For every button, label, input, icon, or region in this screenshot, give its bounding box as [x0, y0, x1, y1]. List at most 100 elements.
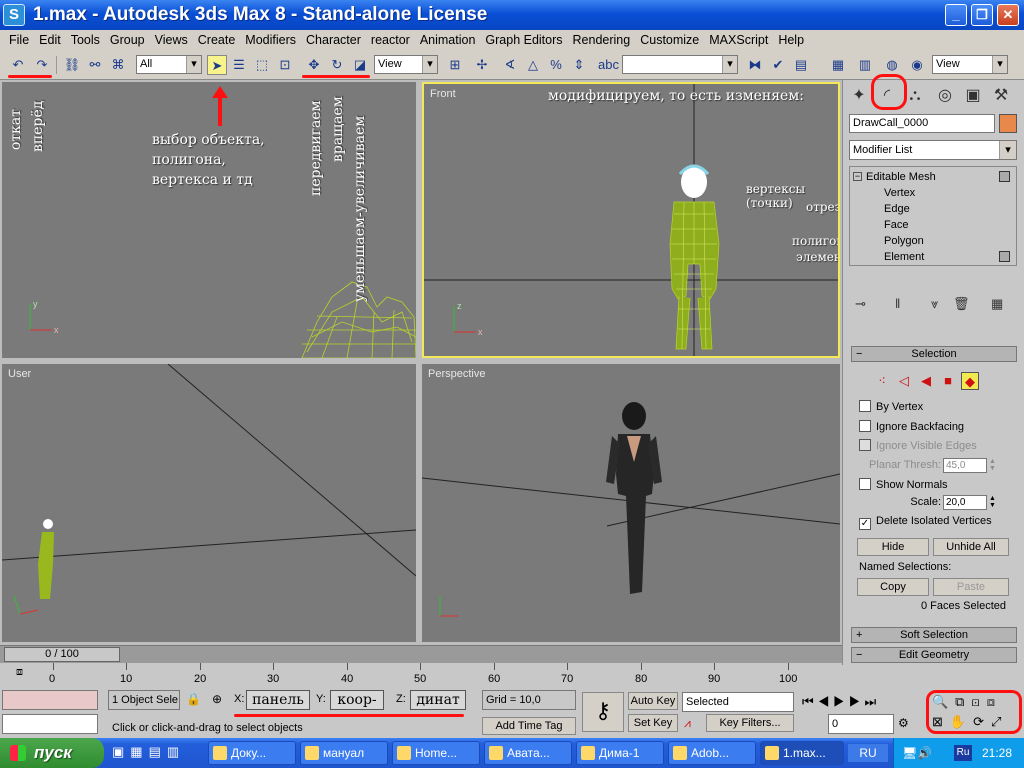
playback-controls[interactable]: ⏮◀▶▶⏭ [802, 694, 902, 710]
manipulate-icon[interactable]: ✢ [472, 55, 492, 75]
motion-tab-icon[interactable]: ◎ [933, 84, 957, 108]
menu-character[interactable]: Character [301, 33, 366, 47]
object-color-swatch[interactable] [999, 114, 1017, 133]
viewport-user[interactable]: User [2, 364, 416, 642]
viewport-front[interactable]: Front z x модифицируем, то есть изменяем… [422, 82, 840, 358]
track-bar[interactable]: ⧈ 0 10 20 30 40 50 60 70 80 90 100 [0, 663, 842, 688]
modifier-list-dropdown[interactable]: Modifier List [849, 140, 1017, 160]
collapse-icon[interactable]: − [853, 172, 862, 181]
spinner-snap-icon[interactable]: ⇕ [569, 55, 589, 75]
taskbar-item-avatar[interactable]: Авата... [484, 741, 572, 765]
reference-coordinate-dropdown[interactable]: View [374, 55, 438, 74]
polygon-level-icon[interactable]: ■ [939, 372, 957, 390]
stack-item-vertex[interactable]: Vertex [850, 185, 1016, 201]
bind-space-warp-icon[interactable]: ⌘ [108, 55, 128, 75]
select-object-icon[interactable]: ➤ [207, 55, 227, 75]
current-frame-field[interactable]: 0 [828, 714, 894, 734]
pivot-center-icon[interactable]: ⊞ [445, 55, 465, 75]
move-icon[interactable]: ✥ [304, 55, 324, 75]
planar-thresh-spinner[interactable]: Planar Thresh: 45,0 ▲ ▼ [851, 458, 1001, 474]
viewport-top[interactable]: y x откат вперёд выбор объекта, полигона… [2, 82, 416, 358]
ignore-visible-edges-checkbox[interactable]: Ignore Visible Edges [859, 439, 977, 455]
z-coordinate-field[interactable]: динат [410, 690, 466, 710]
tray-icons[interactable]: 🖥🔊 [902, 738, 932, 768]
stack-item-polygon[interactable]: Polygon [850, 233, 1016, 249]
curve-editor-icon[interactable]: ▦ [828, 55, 848, 75]
scale-icon[interactable]: ◪ [350, 55, 370, 75]
viewport-perspective[interactable]: Perspective [422, 364, 840, 642]
menu-create[interactable]: Create [193, 33, 241, 47]
display-tab-icon[interactable]: ▣ [961, 84, 985, 108]
vertex-level-icon[interactable]: ⁖ [873, 372, 891, 390]
edit-geometry-rollout-header[interactable]: − Edit Geometry [851, 647, 1017, 663]
configure-modifier-sets-icon[interactable]: ▦ [991, 296, 1003, 312]
paste-button[interactable]: Paste [933, 578, 1009, 596]
unhide-all-button[interactable]: Unhide All [933, 538, 1009, 556]
minimize-button[interactable]: _ [945, 4, 967, 26]
menu-graph-editors[interactable]: Graph Editors [480, 33, 567, 47]
mirror-icon[interactable]: ⧓ [745, 55, 765, 75]
make-unique-icon[interactable]: ⩔ [931, 296, 938, 312]
stack-item-editable-mesh[interactable]: − Editable Mesh [850, 169, 1016, 185]
edit-named-selection-icon[interactable]: abc [598, 55, 619, 75]
align-icon[interactable]: ✔ [768, 55, 788, 75]
select-by-name-icon[interactable]: ☰ [229, 55, 249, 75]
maxscript-input[interactable] [2, 714, 98, 734]
taskbar-item-doc[interactable]: Доку... [208, 741, 296, 765]
time-slider-thumb[interactable]: 0 / 100 [4, 647, 120, 662]
taskbar-item-3dsmax[interactable]: 1.max... [760, 741, 844, 765]
remove-modifier-icon[interactable]: 🗑 [953, 296, 970, 312]
menu-help[interactable]: Help [773, 33, 809, 47]
menu-maxscript[interactable]: MAXScript [704, 33, 773, 47]
auto-key-button[interactable]: Auto Key [628, 692, 678, 710]
by-vertex-checkbox[interactable]: By Vertex [859, 400, 923, 416]
y-coordinate-field[interactable]: коор- [330, 690, 384, 710]
select-link-icon[interactable]: ⛓ [62, 55, 82, 75]
show-normals-checkbox[interactable]: Show Normals [859, 478, 948, 494]
menu-group[interactable]: Group [105, 33, 150, 47]
show-end-result-icon[interactable]: ‖ [895, 296, 900, 311]
edge-level-icon[interactable]: ◁ [895, 372, 913, 390]
object-name-field[interactable]: DrawCall_0000 [849, 114, 995, 133]
material-editor-icon[interactable]: ◍ [882, 55, 902, 75]
taskbar-item-adobe[interactable]: Adob... [668, 741, 756, 765]
menu-modifiers[interactable]: Modifiers [240, 33, 301, 47]
set-key-icon[interactable]: ⚷ [582, 692, 624, 732]
time-configuration-icon[interactable]: ⚙ [898, 716, 922, 732]
element-level-icon[interactable]: ◆ [961, 372, 979, 390]
default-tangent-icon[interactable]: ⩘ [684, 716, 702, 732]
redo-icon[interactable]: ↷ [32, 55, 52, 75]
stack-item-element[interactable]: Element [850, 249, 1016, 265]
face-level-icon[interactable]: ◀ [917, 372, 935, 390]
absolute-mode-icon[interactable]: ⊕ [212, 692, 228, 708]
snap-toggle-icon[interactable]: ∢ [500, 55, 520, 75]
menu-file[interactable]: File [4, 33, 34, 47]
maxscript-listener-mini[interactable] [2, 690, 98, 710]
menu-reactor[interactable]: reactor [366, 33, 415, 47]
rect-selection-icon[interactable]: ⬚ [252, 55, 272, 75]
ignore-backfacing-checkbox[interactable]: Ignore Backfacing [859, 420, 964, 436]
selection-filter-dropdown[interactable]: All [136, 55, 202, 74]
copy-button[interactable]: Copy [857, 578, 929, 596]
render-scene-icon[interactable]: ◉ [907, 55, 927, 75]
menu-rendering[interactable]: Rendering [568, 33, 636, 47]
undo-icon[interactable]: ↶ [8, 55, 28, 75]
pin-stack-icon[interactable]: ⊸ [855, 296, 866, 312]
delete-isolated-checkbox[interactable]: ✓ Delete Isolated Vertices [859, 514, 992, 530]
taskbar-item-dima[interactable]: Дима-1 [576, 741, 664, 765]
app-icon[interactable]: S [3, 4, 25, 26]
rotate-icon[interactable]: ↻ [327, 55, 347, 75]
menu-customize[interactable]: Customize [635, 33, 704, 47]
menu-edit[interactable]: Edit [34, 33, 66, 47]
close-button[interactable]: ✕ [997, 4, 1019, 26]
viewport-nav-controls-top[interactable]: 🔍⧉⊡⧈ [932, 694, 1018, 710]
maximize-button[interactable]: ❐ [971, 4, 993, 26]
track-bar-toggle-icon[interactable]: ⧈ [16, 666, 32, 682]
viewport-nav-controls-bottom[interactable]: ⊠✋⟳⤢ [932, 714, 1018, 730]
tray-language-icon[interactable]: Ru [954, 745, 972, 761]
window-crossing-icon[interactable]: ⊡ [275, 55, 295, 75]
menu-views[interactable]: Views [150, 33, 193, 47]
layer-manager-icon[interactable]: ▤ [791, 55, 811, 75]
schematic-view-icon[interactable]: ▥ [855, 55, 875, 75]
x-coordinate-field[interactable]: панель [246, 690, 310, 710]
